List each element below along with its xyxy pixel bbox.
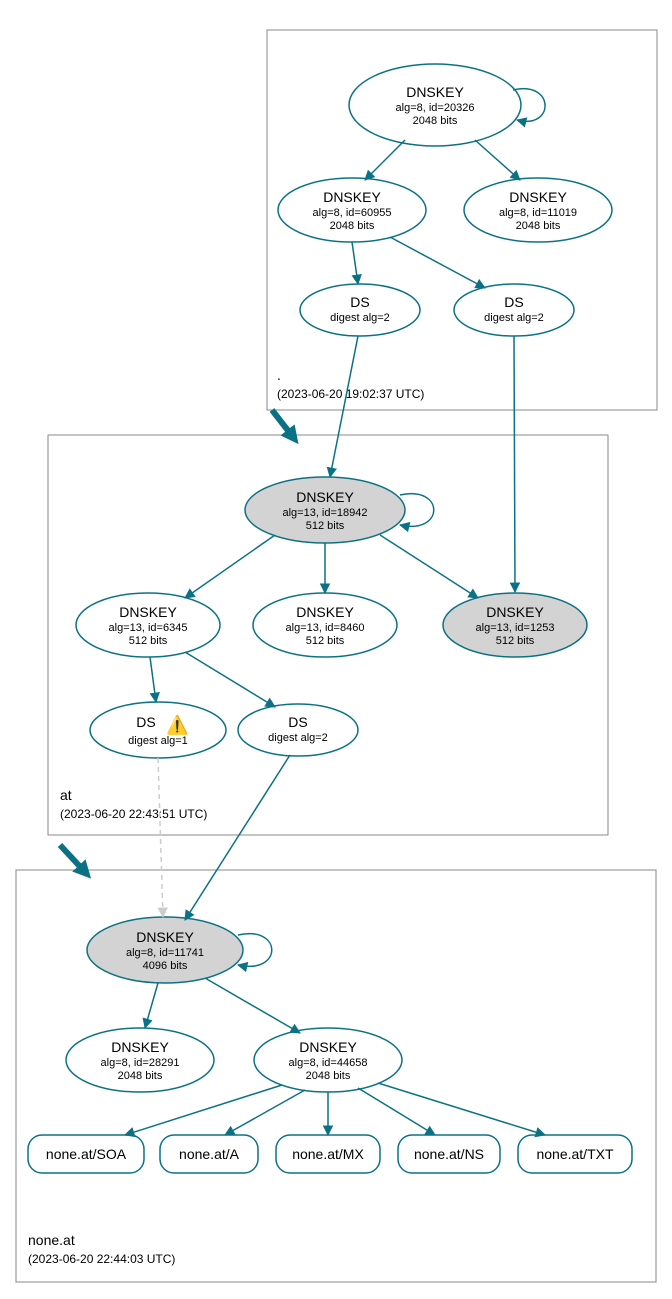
node-ds-at-2: DS digest alg=2 xyxy=(238,704,358,756)
svg-text:digest alg=2: digest alg=2 xyxy=(330,312,390,324)
svg-text:DNSKEY: DNSKEY xyxy=(323,189,381,205)
node-dnskey-6345: DNSKEY alg=13, id=6345 512 bits xyxy=(76,593,220,657)
edge-ds2-11741 xyxy=(185,755,290,920)
edge-18942-6345 xyxy=(185,535,275,598)
svg-text:2048 bits: 2048 bits xyxy=(516,220,561,232)
svg-text:alg=8, id=11019: alg=8, id=11019 xyxy=(499,207,577,219)
rr-a: none.at/A xyxy=(160,1135,258,1173)
edge-6345-dswarn xyxy=(150,657,156,702)
node-dnskey-11019: DNSKEY alg=8, id=11019 2048 bits xyxy=(464,178,612,242)
svg-text:alg=8, id=11741: alg=8, id=11741 xyxy=(126,947,204,959)
node-ds-at-warn: DS ⚠️ digest alg=1 xyxy=(90,702,226,758)
rr-mx: none.at/MX xyxy=(276,1135,380,1173)
edge-44658-ns xyxy=(358,1088,435,1135)
svg-text:alg=8, id=60955: alg=8, id=60955 xyxy=(313,207,392,219)
edge-dsb-1253 xyxy=(514,336,515,592)
svg-text:2048 bits: 2048 bits xyxy=(330,220,375,232)
svg-text:alg=13, id=1253: alg=13, id=1253 xyxy=(476,622,555,634)
node-dnskey-18942: DNSKEY alg=13, id=18942 512 bits xyxy=(245,477,405,543)
rr-ns: none.at/NS xyxy=(398,1135,500,1173)
zone-label-none-at: none.at xyxy=(28,1232,75,1248)
edge-60955-dsa xyxy=(352,242,358,284)
svg-text:DNSKEY: DNSKEY xyxy=(509,189,567,205)
node-ds-root-b: DS digest alg=2 xyxy=(454,284,574,336)
svg-text:none.at/SOA: none.at/SOA xyxy=(46,1146,127,1162)
svg-text:none.at/NS: none.at/NS xyxy=(414,1146,484,1162)
svg-text:512 bits: 512 bits xyxy=(306,635,345,647)
edge-20326-11019 xyxy=(475,140,520,180)
svg-text:DNSKEY: DNSKEY xyxy=(136,929,194,945)
svg-text:DNSKEY: DNSKEY xyxy=(296,489,354,505)
edge-11741-28291 xyxy=(145,983,158,1028)
zone-timestamp-at: (2023-06-20 22:43:51 UTC) xyxy=(60,807,207,821)
svg-text:512 bits: 512 bits xyxy=(496,635,535,647)
svg-text:DNSKEY: DNSKEY xyxy=(299,1039,357,1055)
svg-text:DS: DS xyxy=(136,714,155,730)
zone-label-at: at xyxy=(60,787,72,803)
zone-label-root: . xyxy=(277,367,281,383)
edge-20326-60955 xyxy=(365,140,405,180)
edge-11741-44658 xyxy=(205,978,300,1033)
edge-60955-dsb xyxy=(390,237,485,288)
edge-dswarn-11741 xyxy=(158,758,163,917)
svg-text:DS: DS xyxy=(288,714,307,730)
edge-6345-ds2 xyxy=(185,652,275,707)
svg-text:DNSKEY: DNSKEY xyxy=(486,604,544,620)
svg-text:alg=13, id=8460: alg=13, id=8460 xyxy=(286,622,365,634)
svg-text:alg=8, id=44658: alg=8, id=44658 xyxy=(289,1057,368,1069)
svg-text:DS: DS xyxy=(504,294,523,310)
svg-text:2048 bits: 2048 bits xyxy=(413,115,458,127)
svg-text:digest alg=2: digest alg=2 xyxy=(484,312,544,324)
svg-text:alg=13, id=18942: alg=13, id=18942 xyxy=(282,507,367,519)
dnssec-graph: . (2023-06-20 19:02:37 UTC) DNSKEY alg=8… xyxy=(0,0,672,1299)
svg-text:none.at/MX: none.at/MX xyxy=(292,1146,364,1162)
svg-text:DNSKEY: DNSKEY xyxy=(119,604,177,620)
svg-text:DNSKEY: DNSKEY xyxy=(406,84,464,100)
svg-text:512 bits: 512 bits xyxy=(306,520,345,532)
node-dnskey-11741: DNSKEY alg=8, id=11741 4096 bits xyxy=(87,917,243,983)
svg-text:alg=13, id=6345: alg=13, id=6345 xyxy=(109,622,188,634)
node-dnskey-1253: DNSKEY alg=13, id=1253 512 bits xyxy=(443,593,587,657)
svg-text:512 bits: 512 bits xyxy=(129,635,168,647)
node-dnskey-28291: DNSKEY alg=8, id=28291 2048 bits xyxy=(66,1028,214,1092)
node-dnskey-8460: DNSKEY alg=13, id=8460 512 bits xyxy=(253,593,397,657)
node-dnskey-20326: DNSKEY alg=8, id=20326 2048 bits xyxy=(349,64,521,146)
warning-icon: ⚠️ xyxy=(166,714,188,735)
zone-timestamp-root: (2023-06-20 19:02:37 UTC) xyxy=(277,387,424,401)
zone-timestamp-none-at: (2023-06-20 22:44:03 UTC) xyxy=(28,1252,175,1266)
svg-text:DNSKEY: DNSKEY xyxy=(296,604,354,620)
edge-dsa-18942 xyxy=(330,336,358,477)
edge-44658-a xyxy=(225,1090,305,1135)
edge-deleg-root-at xyxy=(272,410,293,437)
svg-text:DS: DS xyxy=(350,294,369,310)
svg-text:DNSKEY: DNSKEY xyxy=(111,1039,169,1055)
svg-text:alg=8, id=20326: alg=8, id=20326 xyxy=(396,102,475,114)
node-dnskey-44658: DNSKEY alg=8, id=44658 2048 bits xyxy=(254,1028,402,1092)
node-dnskey-60955: DNSKEY alg=8, id=60955 2048 bits xyxy=(278,178,426,242)
svg-text:alg=8, id=28291: alg=8, id=28291 xyxy=(101,1057,180,1069)
svg-text:digest alg=2: digest alg=2 xyxy=(268,732,328,744)
edge-deleg-at-noneat xyxy=(60,845,85,872)
rr-soa: none.at/SOA xyxy=(28,1135,144,1173)
svg-text:none.at/A: none.at/A xyxy=(179,1146,240,1162)
svg-text:none.at/TXT: none.at/TXT xyxy=(536,1146,613,1162)
svg-text:digest alg=1: digest alg=1 xyxy=(128,735,188,747)
edge-18942-1253 xyxy=(380,535,478,598)
rr-txt: none.at/TXT xyxy=(518,1135,632,1173)
node-ds-root-a: DS digest alg=2 xyxy=(300,284,420,336)
svg-text:4096 bits: 4096 bits xyxy=(143,960,188,972)
svg-text:2048 bits: 2048 bits xyxy=(306,1070,351,1082)
svg-text:2048 bits: 2048 bits xyxy=(118,1070,163,1082)
edge-44658-txt xyxy=(378,1083,545,1135)
